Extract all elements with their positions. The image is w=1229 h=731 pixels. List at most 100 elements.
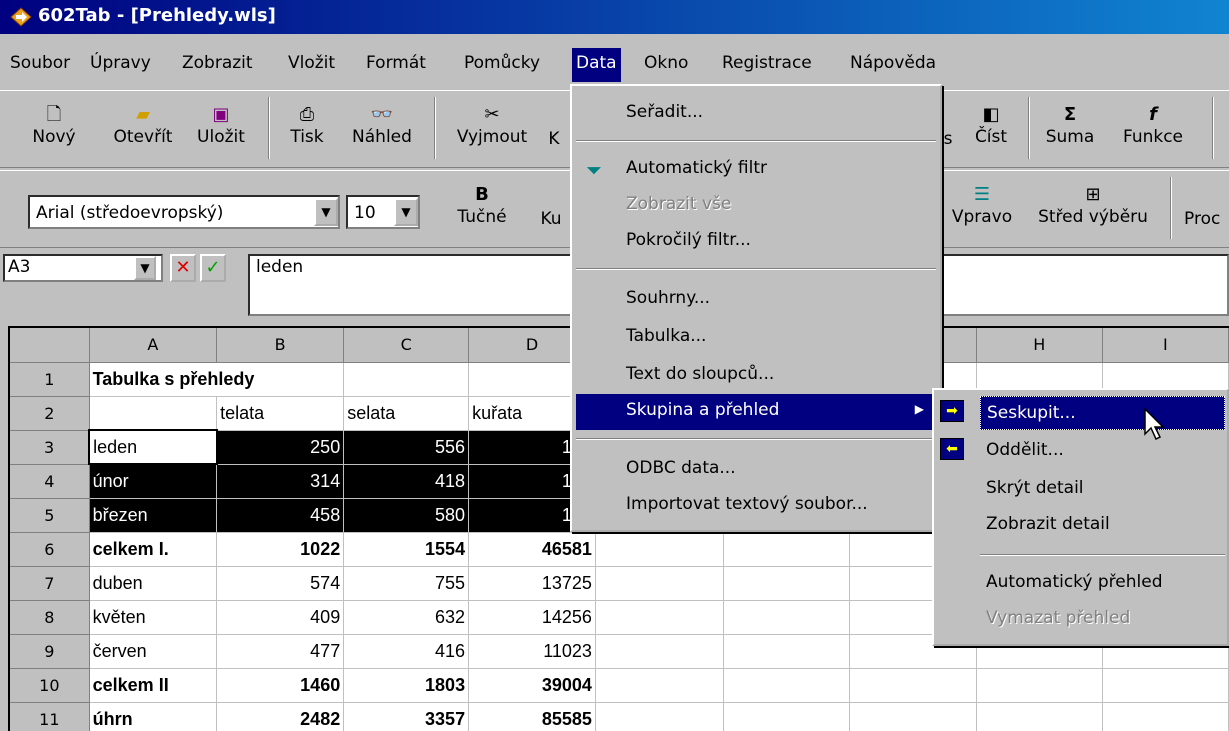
sum-button[interactable]: Σ Suma xyxy=(1040,103,1100,147)
cell[interactable]: červen xyxy=(89,634,218,669)
cell[interactable]: selata xyxy=(343,396,470,431)
row-header[interactable]: 9 xyxy=(10,634,90,669)
bold-button[interactable]: B Tučné xyxy=(450,183,514,227)
cell[interactable]: 85585 xyxy=(468,702,596,731)
select-all-corner[interactable] xyxy=(10,328,90,363)
cell[interactable]: 409 xyxy=(216,600,345,635)
cell[interactable]: 46581 xyxy=(468,532,596,567)
new-button[interactable]: 🗋 Nový xyxy=(24,103,84,147)
cell[interactable]: 1554 xyxy=(343,532,470,567)
cell[interactable] xyxy=(1102,702,1229,731)
center-selection-button[interactable]: ⊞ Střed výběru xyxy=(1028,183,1158,227)
menu-item-subtotals[interactable]: Souhrny... xyxy=(576,282,936,318)
size-dropdown-arrow[interactable]: ▼ xyxy=(394,198,418,226)
column-header-i[interactable]: I xyxy=(1102,328,1229,363)
cell[interactable]: Tabulka s přehledy xyxy=(89,362,345,397)
confirm-entry-button[interactable]: ✓ xyxy=(200,254,226,282)
cell[interactable] xyxy=(723,702,851,731)
menu-item-autofilter[interactable]: Automatický filtr xyxy=(576,152,936,188)
cancel-entry-button[interactable]: ✕ xyxy=(170,254,196,282)
cell[interactable]: 2482 xyxy=(216,702,345,731)
cell[interactable]: úhrn xyxy=(89,702,218,731)
functions-button[interactable]: f Funkce xyxy=(1108,103,1198,147)
cell[interactable]: 14256 xyxy=(468,600,596,635)
name-box-dropdown-arrow[interactable]: ▼ xyxy=(134,256,156,280)
italic-button-partial[interactable]: Ku xyxy=(536,209,566,229)
print-button[interactable]: ⎙ Tisk xyxy=(282,103,332,147)
menu-okno[interactable]: Okno xyxy=(640,48,692,82)
cell[interactable] xyxy=(89,396,218,431)
cell[interactable] xyxy=(595,634,725,669)
menu-zobrazit[interactable]: Zobrazit xyxy=(178,48,257,82)
cell[interactable] xyxy=(723,668,851,703)
menu-item-group-outline[interactable]: Skupina a přehled ▶ xyxy=(576,394,936,430)
cell[interactable]: 755 xyxy=(343,566,470,601)
menu-upravy[interactable]: Úpravy xyxy=(86,48,155,82)
row-header[interactable]: 8 xyxy=(10,600,90,635)
menu-item-sort[interactable]: Seřadit... xyxy=(576,96,936,132)
cell[interactable]: březen xyxy=(89,498,218,533)
cell[interactable]: 3357 xyxy=(343,702,470,731)
font-combo[interactable]: Arial (středoevropský) xyxy=(28,195,340,229)
cell[interactable] xyxy=(343,362,470,397)
cell[interactable]: 1460 xyxy=(216,668,345,703)
menu-napoveda[interactable]: Nápověda xyxy=(846,48,940,82)
row-header[interactable]: 6 xyxy=(10,532,90,567)
cell[interactable] xyxy=(1102,668,1229,703)
column-header-b[interactable]: B xyxy=(216,328,345,363)
align-right-button[interactable]: ☰ Vpravo xyxy=(940,183,1024,227)
cell[interactable]: 632 xyxy=(343,600,470,635)
menu-item-import-text[interactable]: Importovat textový soubor... xyxy=(576,488,936,524)
cell[interactable] xyxy=(976,702,1103,731)
cell[interactable]: celkem II xyxy=(89,668,218,703)
row-header[interactable]: 5 xyxy=(10,498,90,533)
cell[interactable] xyxy=(595,566,725,601)
row-header[interactable]: 11 xyxy=(10,702,90,731)
open-button[interactable]: ▰ Otevřít xyxy=(108,103,178,147)
cell[interactable] xyxy=(595,600,725,635)
menu-item-auto-outline[interactable]: Automatický přehled xyxy=(980,566,1225,600)
cell[interactable]: květen xyxy=(89,600,218,635)
cell[interactable] xyxy=(849,668,977,703)
row-header[interactable]: 10 xyxy=(10,668,90,703)
cell[interactable] xyxy=(595,702,725,731)
cell[interactable]: 39004 xyxy=(468,668,596,703)
cell[interactable] xyxy=(595,668,725,703)
row-header[interactable]: 4 xyxy=(10,464,90,499)
cell[interactable]: 556 xyxy=(343,430,470,465)
column-header-c[interactable]: C xyxy=(343,328,470,363)
menu-data[interactable]: Data xyxy=(572,48,621,82)
cell[interactable] xyxy=(723,634,851,669)
cell[interactable]: telata xyxy=(216,396,345,431)
cell[interactable] xyxy=(976,668,1103,703)
menu-soubor[interactable]: Soubor xyxy=(6,48,74,82)
menu-pomucky[interactable]: Pomůcky xyxy=(460,48,544,82)
cell[interactable]: 416 xyxy=(343,634,470,669)
cell[interactable]: 1022 xyxy=(216,532,345,567)
menu-item-advanced-filter[interactable]: Pokročilý filtr... xyxy=(576,224,936,260)
cell[interactable] xyxy=(723,600,851,635)
menu-item-show-detail[interactable]: Zobrazit detail xyxy=(980,508,1225,542)
cell[interactable] xyxy=(849,702,977,731)
cell[interactable]: 250 xyxy=(216,430,345,465)
menu-item-group[interactable]: Seskupit... xyxy=(980,396,1225,430)
cell[interactable]: 1803 xyxy=(343,668,470,703)
cell[interactable] xyxy=(723,566,851,601)
cell[interactable]: duben xyxy=(89,566,218,601)
cell[interactable]: 458 xyxy=(216,498,345,533)
cell[interactable]: 11023 xyxy=(468,634,596,669)
cell[interactable]: únor xyxy=(89,464,218,499)
read-button[interactable]: ◧ Číst xyxy=(966,103,1016,147)
row-header[interactable]: 1 xyxy=(10,362,90,397)
preview-button[interactable]: 👓 Náhled xyxy=(344,103,420,147)
cut-button[interactable]: ✂ Vyjmout xyxy=(452,103,532,147)
cell[interactable]: 574 xyxy=(216,566,345,601)
cell[interactable]: 580 xyxy=(343,498,470,533)
menu-item-table[interactable]: Tabulka... xyxy=(576,320,936,356)
save-button[interactable]: ▣ Uložit xyxy=(190,103,252,147)
cell[interactable]: 418 xyxy=(343,464,470,499)
cell[interactable] xyxy=(595,532,725,567)
menu-vlozit[interactable]: Vložit xyxy=(284,48,339,82)
menu-item-ungroup[interactable]: Oddělit... xyxy=(980,434,1225,468)
menu-item-text-to-columns[interactable]: Text do sloupců... xyxy=(576,358,936,394)
